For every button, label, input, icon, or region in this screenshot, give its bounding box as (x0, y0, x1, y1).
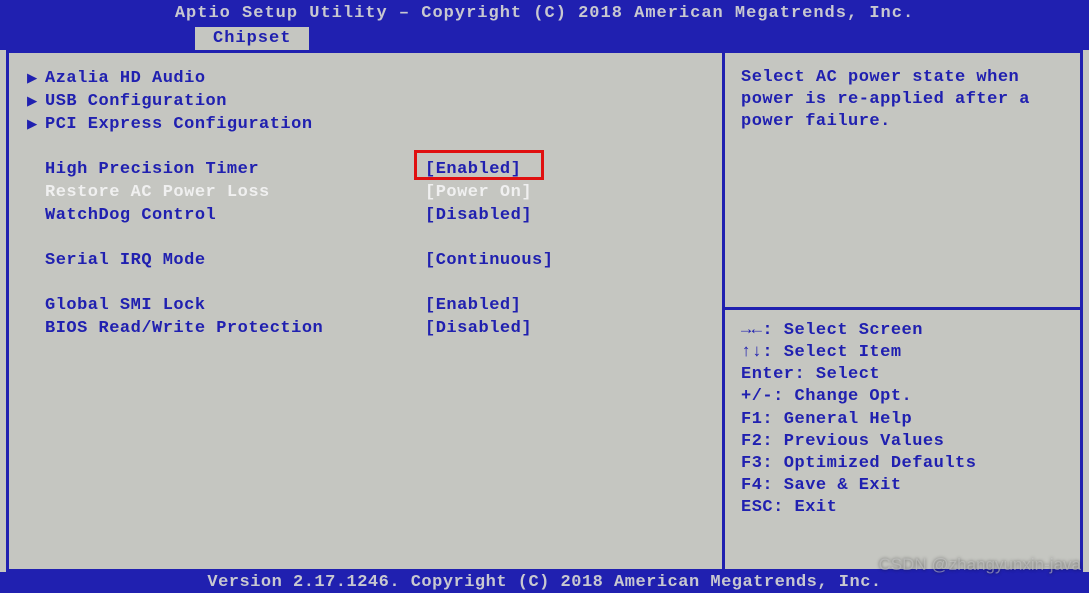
key-help-item: ESC: Exit (741, 497, 1064, 519)
triangle-icon: ▶ (27, 91, 45, 112)
setting-value: [Enabled] (425, 160, 521, 179)
setting-label: Global SMI Lock (45, 296, 425, 315)
watermark: CSDN @zhangyunxin-java (879, 555, 1081, 575)
key-help-item: F3: Optimized Defaults (741, 453, 1064, 475)
tab-row: Chipset (0, 27, 1089, 50)
setting-serial-irq-mode[interactable]: Serial IRQ Mode [Continuous] (27, 249, 704, 271)
setting-global-smi-lock[interactable]: Global SMI Lock [Enabled] (27, 294, 704, 316)
submenu-azalia-audio[interactable]: ▶ Azalia HD Audio (27, 67, 704, 89)
triangle-icon: ▶ (27, 68, 45, 89)
title-bar: Aptio Setup Utility – Copyright (C) 2018… (0, 0, 1089, 27)
key-help-item: F1: General Help (741, 409, 1064, 431)
bios-screen: Aptio Setup Utility – Copyright (C) 2018… (0, 0, 1089, 593)
setting-value: [Enabled] (425, 296, 521, 315)
setting-label: BIOS Read/Write Protection (45, 319, 425, 338)
main-area: ▶ Azalia HD Audio ▶ USB Configuration ▶ … (6, 50, 1083, 572)
setting-watchdog-control[interactable]: WatchDog Control [Disabled] (27, 204, 704, 226)
key-help-item: +/-: Change Opt. (741, 386, 1064, 408)
submenu-label: Azalia HD Audio (45, 69, 425, 88)
footer-version: Version 2.17.1246. Copyright (C) 2018 Am… (0, 572, 1089, 593)
submenu-label: PCI Express Configuration (45, 115, 425, 134)
setting-restore-ac-power-loss[interactable]: Restore AC Power Loss [Power On] (27, 181, 704, 203)
setting-value: [Continuous] (425, 251, 553, 270)
setting-high-precision-timer[interactable]: High Precision Timer [Enabled] (27, 158, 704, 180)
setting-value: [Disabled] (425, 319, 532, 338)
setting-label: Restore AC Power Loss (45, 183, 425, 202)
tab-chipset[interactable]: Chipset (195, 27, 309, 50)
setting-label: Serial IRQ Mode (45, 251, 425, 270)
key-help-item: ↑↓: Select Item (741, 342, 1064, 364)
key-help-item: →←: Select Screen (741, 320, 1064, 342)
help-panel: Select AC power state when power is re-a… (725, 53, 1080, 569)
submenu-usb-config[interactable]: ▶ USB Configuration (27, 90, 704, 112)
help-description: Select AC power state when power is re-a… (725, 53, 1080, 147)
key-help-list: →←: Select Screen ↑↓: Select Item Enter:… (725, 310, 1080, 529)
setting-value: [Power On] (425, 183, 532, 202)
key-help-item: Enter: Select (741, 364, 1064, 386)
setting-label: WatchDog Control (45, 206, 425, 225)
key-help-item: F2: Previous Values (741, 431, 1064, 453)
settings-panel: ▶ Azalia HD Audio ▶ USB Configuration ▶ … (9, 53, 725, 569)
triangle-icon: ▶ (27, 114, 45, 135)
setting-value: [Disabled] (425, 206, 532, 225)
submenu-pci-express[interactable]: ▶ PCI Express Configuration (27, 113, 704, 135)
setting-bios-rw-protection[interactable]: BIOS Read/Write Protection [Disabled] (27, 317, 704, 339)
key-help-item: F4: Save & Exit (741, 475, 1064, 497)
setting-label: High Precision Timer (45, 160, 425, 179)
submenu-label: USB Configuration (45, 92, 425, 111)
